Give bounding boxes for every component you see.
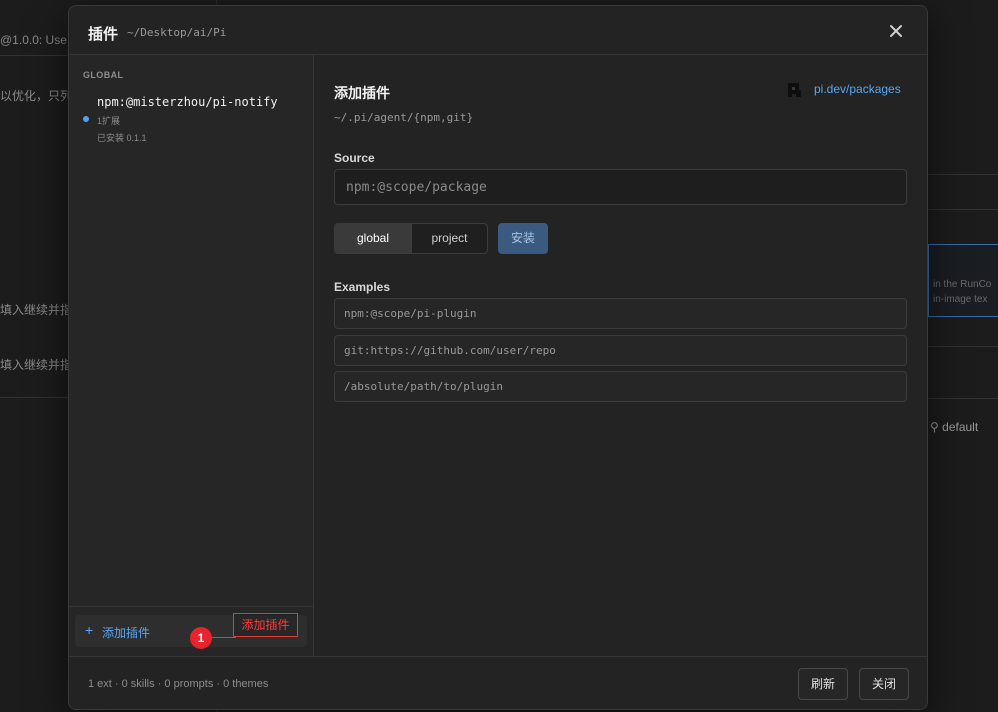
sidebar-divider <box>69 606 313 607</box>
modal-path: ~/Desktop/ai/Pi <box>127 26 227 39</box>
background-divider <box>928 209 998 210</box>
background-text: 填入继续并指 <box>0 358 73 372</box>
refresh-button[interactable]: 刷新 <box>798 668 848 700</box>
background-divider <box>928 346 998 347</box>
plugin-stats: 1 ext · 0 skills · 0 prompts · 0 themes <box>88 678 269 690</box>
background-divider <box>0 397 68 398</box>
example-item[interactable]: git:https://github.com/user/repo <box>334 335 907 366</box>
plugin-installed-version: 已安装 0.1.1 <box>97 133 147 143</box>
status-dot <box>83 116 89 122</box>
modal-header: 插件 ~/Desktop/ai/Pi <box>69 6 927 55</box>
plugin-name: npm:@misterzhou/pi-notify <box>97 95 278 109</box>
source-input[interactable] <box>334 169 907 205</box>
background-divider <box>0 55 68 56</box>
pi-logo-icon <box>788 83 801 97</box>
background-text: 以优化，只列 <box>0 89 73 103</box>
modal-title: 插件 <box>88 26 119 43</box>
scope-option-project[interactable]: project <box>411 224 487 253</box>
plugins-sidebar: GLOBAL npm:@misterzhou/pi-notify 1扩展 已安装… <box>69 55 314 656</box>
install-button[interactable]: 安装 <box>498 223 548 254</box>
add-plugin-panel: 添加插件 ~/.pi/agent/{npm,git} pi.dev/packag… <box>314 55 927 656</box>
example-item[interactable]: /absolute/path/to/plugin <box>334 371 907 402</box>
key-icon: ⚲ <box>930 420 939 434</box>
model-selector: ⚲ default <box>930 420 978 434</box>
footer-bar: 1 ext · 0 skills · 0 prompts · 0 themes … <box>75 657 921 706</box>
background-text: @1.0.0: Use y <box>0 33 77 47</box>
example-item[interactable]: npm:@scope/pi-plugin <box>334 298 907 329</box>
panel-title: 添加插件 <box>334 85 390 101</box>
plugins-modal: 插件 ~/Desktop/ai/Pi GLOBAL npm:@misterzho… <box>68 5 928 710</box>
packages-link-text: pi.dev/packages <box>814 82 901 96</box>
plugin-extension-count: 1扩展 <box>97 116 121 126</box>
model-label: default <box>942 420 979 434</box>
close-button[interactable]: 关闭 <box>859 668 909 700</box>
annotation-connector <box>208 637 236 638</box>
annotation-label: 添加插件 <box>233 613 298 637</box>
plus-icon: + <box>85 622 94 638</box>
background-card: in the RunCo in-image tex <box>928 244 998 317</box>
source-label: Source <box>334 151 375 165</box>
scope-option-global[interactable]: global <box>335 224 411 253</box>
scope-toggle: global project <box>334 223 488 254</box>
annotation-marker: 1 <box>190 627 212 649</box>
background-divider <box>928 398 998 399</box>
modal-footer: 1 ext · 0 skills · 0 prompts · 0 themes … <box>69 656 927 709</box>
examples-label: Examples <box>334 280 391 294</box>
add-plugin-label: 添加插件 <box>102 626 151 640</box>
background-text: 填入继续并指 <box>0 303 73 317</box>
background-divider <box>928 174 998 175</box>
section-label-global: GLOBAL <box>83 70 124 80</box>
background-card-text: in the RunCo <box>933 279 992 290</box>
background-card-text: in-image tex <box>933 294 988 305</box>
packages-link[interactable]: pi.dev/packages <box>787 81 908 99</box>
close-icon[interactable] <box>885 20 907 42</box>
install-path: ~/.pi/agent/{npm,git} <box>334 111 474 124</box>
